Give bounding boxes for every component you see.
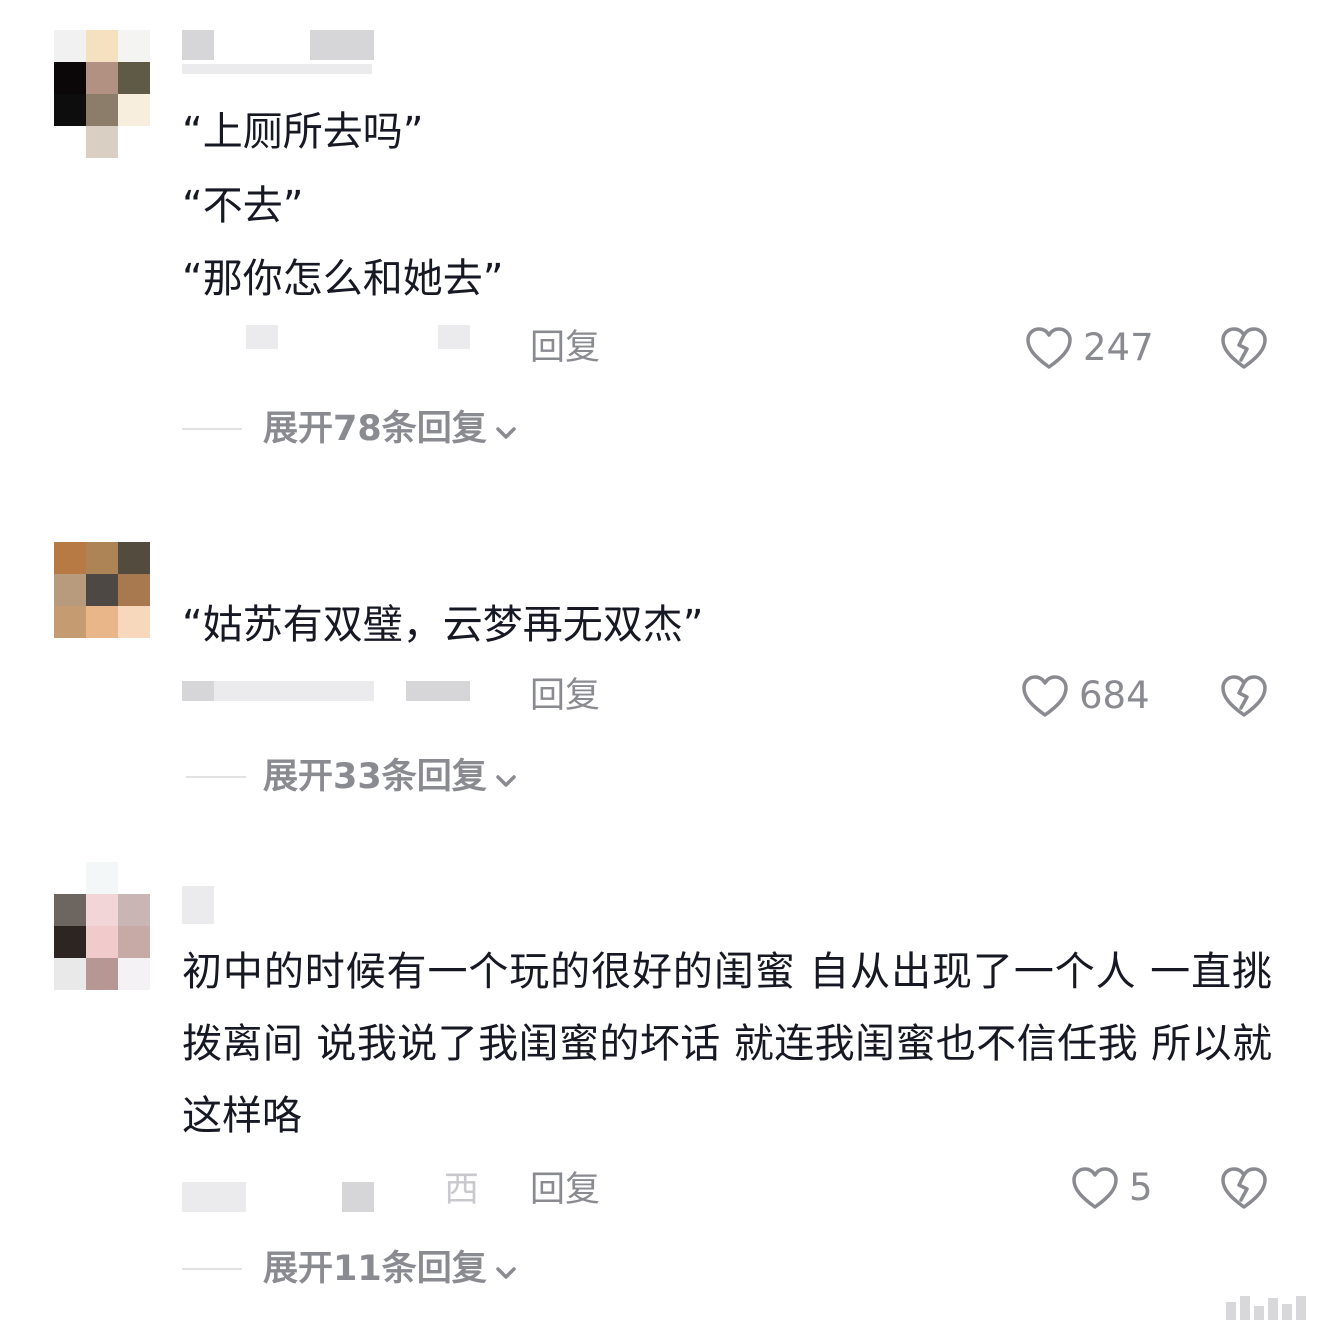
broken-heart-icon [1220,326,1268,370]
dislike-button[interactable] [1220,1166,1268,1210]
expand-replies-button[interactable]: 展开78条回复 [263,407,517,451]
expand-replies-label: 展开78条回复 [263,409,487,449]
divider [186,776,246,778]
avatar[interactable] [54,30,150,158]
expand-replies-button[interactable]: 展开11条回复 [263,1247,517,1291]
location-blurred [438,325,470,349]
broken-heart-icon [1220,1166,1268,1210]
like-count: 247 [1083,326,1154,369]
dislike-button[interactable] [1220,326,1268,370]
reply-button[interactable]: 回复 [530,1168,600,1212]
expand-replies-label: 展开33条回复 [263,757,487,797]
comment-text-line: “不去” [182,183,304,229]
location-blurred [406,681,470,701]
heart-outline-icon [1021,674,1069,718]
heart-outline-icon [1071,1166,1119,1210]
broken-heart-icon [1220,674,1268,718]
divider [182,428,242,430]
like-count: 5 [1129,1166,1153,1209]
username-blurred[interactable] [182,886,214,924]
chevron-down-icon [495,755,517,799]
timestamp-blurred [342,1182,374,1212]
divider [182,1268,242,1270]
reply-button[interactable]: 回复 [530,326,600,370]
location-fragment: 西 [444,1170,480,1210]
username-blurred [182,64,372,74]
reply-button[interactable]: 回复 [530,674,600,718]
comment-text: 初中的时候有一个玩的很好的闺蜜 自从出现了一个人 一直挑拨离间 说我说了我闺蜜的… [182,949,1272,1139]
comment-text-line: “那你怎么和她去” [182,256,504,302]
expand-replies-label: 展开11条回复 [263,1249,487,1289]
like-button[interactable]: 5 [1071,1166,1153,1210]
like-count: 684 [1079,674,1150,717]
watermark [1226,1292,1306,1320]
timestamp-blurred [214,681,374,701]
expand-replies-button[interactable]: 展开33条回复 [263,755,517,799]
avatar[interactable] [54,862,150,990]
timestamp-blurred [246,325,278,349]
username-blurred[interactable] [310,30,374,60]
like-button[interactable]: 247 [1025,326,1154,370]
chevron-down-icon [495,1247,517,1291]
like-button[interactable]: 684 [1021,674,1150,718]
timestamp-blurred [182,681,214,701]
heart-outline-icon [1025,326,1073,370]
comment-text-line: “姑苏有双璧，云梦再无双杰” [182,602,704,648]
avatar[interactable] [54,542,150,638]
dislike-button[interactable] [1220,674,1268,718]
username-blurred[interactable] [182,30,214,60]
timestamp-blurred [182,1182,246,1212]
comment-text-line: “上厕所去吗” [182,109,424,155]
chevron-down-icon [495,407,517,451]
